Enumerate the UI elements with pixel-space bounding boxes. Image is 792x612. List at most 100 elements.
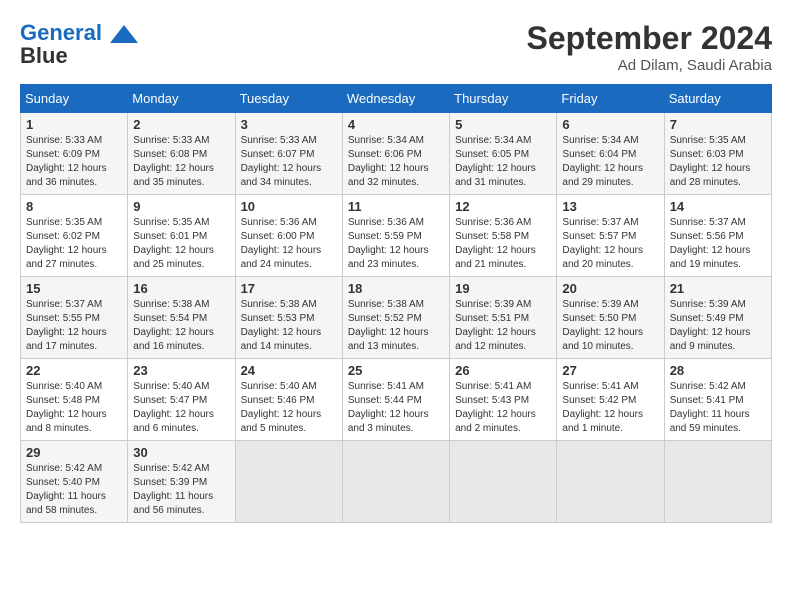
calendar-cell: 6 Sunrise: 5:34 AM Sunset: 6:04 PM Dayli… [557, 113, 664, 195]
day-info: Sunrise: 5:35 AM Sunset: 6:03 PM Dayligh… [670, 134, 766, 190]
weekday-saturday: Saturday [664, 85, 771, 113]
day-info: Sunrise: 5:36 AM Sunset: 5:58 PM Dayligh… [455, 216, 551, 272]
calendar-week-3: 15 Sunrise: 5:37 AM Sunset: 5:55 PM Dayl… [21, 277, 772, 359]
day-info: Sunrise: 5:39 AM Sunset: 5:51 PM Dayligh… [455, 298, 551, 354]
weekday-friday: Friday [557, 85, 664, 113]
calendar-cell [664, 441, 771, 523]
calendar-cell: 16 Sunrise: 5:38 AM Sunset: 5:54 PM Dayl… [128, 277, 235, 359]
day-number: 8 [26, 199, 122, 214]
day-number: 20 [562, 281, 658, 296]
calendar-cell: 2 Sunrise: 5:33 AM Sunset: 6:08 PM Dayli… [128, 113, 235, 195]
day-number: 2 [133, 117, 229, 132]
calendar-cell: 3 Sunrise: 5:33 AM Sunset: 6:07 PM Dayli… [235, 113, 342, 195]
location-title: Ad Dilam, Saudi Arabia [527, 57, 772, 74]
day-number: 5 [455, 117, 551, 132]
day-info: Sunrise: 5:40 AM Sunset: 5:46 PM Dayligh… [241, 380, 337, 436]
day-info: Sunrise: 5:34 AM Sunset: 6:04 PM Dayligh… [562, 134, 658, 190]
month-title: September 2024 [527, 20, 772, 57]
day-info: Sunrise: 5:42 AM Sunset: 5:40 PM Dayligh… [26, 462, 122, 518]
day-number: 29 [26, 445, 122, 460]
calendar-cell: 30 Sunrise: 5:42 AM Sunset: 5:39 PM Dayl… [128, 441, 235, 523]
day-number: 22 [26, 363, 122, 378]
calendar-body: 1 Sunrise: 5:33 AM Sunset: 6:09 PM Dayli… [21, 113, 772, 523]
day-number: 26 [455, 363, 551, 378]
calendar-week-4: 22 Sunrise: 5:40 AM Sunset: 5:48 PM Dayl… [21, 359, 772, 441]
day-info: Sunrise: 5:37 AM Sunset: 5:57 PM Dayligh… [562, 216, 658, 272]
day-number: 25 [348, 363, 444, 378]
weekday-wednesday: Wednesday [342, 85, 449, 113]
calendar-cell: 20 Sunrise: 5:39 AM Sunset: 5:50 PM Dayl… [557, 277, 664, 359]
day-number: 10 [241, 199, 337, 214]
calendar-cell: 29 Sunrise: 5:42 AM Sunset: 5:40 PM Dayl… [21, 441, 128, 523]
calendar-cell: 14 Sunrise: 5:37 AM Sunset: 5:56 PM Dayl… [664, 195, 771, 277]
calendar-cell: 9 Sunrise: 5:35 AM Sunset: 6:01 PM Dayli… [128, 195, 235, 277]
day-info: Sunrise: 5:41 AM Sunset: 5:42 PM Dayligh… [562, 380, 658, 436]
day-number: 17 [241, 281, 337, 296]
calendar-cell: 10 Sunrise: 5:36 AM Sunset: 6:00 PM Dayl… [235, 195, 342, 277]
day-number: 6 [562, 117, 658, 132]
day-number: 12 [455, 199, 551, 214]
day-info: Sunrise: 5:37 AM Sunset: 5:55 PM Dayligh… [26, 298, 122, 354]
day-number: 11 [348, 199, 444, 214]
calendar-table: SundayMondayTuesdayWednesdayThursdayFrid… [20, 84, 772, 523]
day-number: 24 [241, 363, 337, 378]
weekday-monday: Monday [128, 85, 235, 113]
logo: General Blue [20, 20, 138, 68]
day-info: Sunrise: 5:42 AM Sunset: 5:41 PM Dayligh… [670, 380, 766, 436]
title-area: September 2024 Ad Dilam, Saudi Arabia [527, 20, 772, 74]
day-number: 30 [133, 445, 229, 460]
day-number: 14 [670, 199, 766, 214]
day-info: Sunrise: 5:35 AM Sunset: 6:02 PM Dayligh… [26, 216, 122, 272]
calendar-cell: 15 Sunrise: 5:37 AM Sunset: 5:55 PM Dayl… [21, 277, 128, 359]
calendar-cell: 19 Sunrise: 5:39 AM Sunset: 5:51 PM Dayl… [450, 277, 557, 359]
day-number: 13 [562, 199, 658, 214]
calendar-week-2: 8 Sunrise: 5:35 AM Sunset: 6:02 PM Dayli… [21, 195, 772, 277]
calendar-cell: 23 Sunrise: 5:40 AM Sunset: 5:47 PM Dayl… [128, 359, 235, 441]
day-number: 1 [26, 117, 122, 132]
calendar-cell: 27 Sunrise: 5:41 AM Sunset: 5:42 PM Dayl… [557, 359, 664, 441]
logo-blue: Blue [20, 43, 68, 68]
day-info: Sunrise: 5:33 AM Sunset: 6:08 PM Dayligh… [133, 134, 229, 190]
calendar-cell: 25 Sunrise: 5:41 AM Sunset: 5:44 PM Dayl… [342, 359, 449, 441]
day-info: Sunrise: 5:38 AM Sunset: 5:52 PM Dayligh… [348, 298, 444, 354]
day-info: Sunrise: 5:33 AM Sunset: 6:09 PM Dayligh… [26, 134, 122, 190]
day-info: Sunrise: 5:33 AM Sunset: 6:07 PM Dayligh… [241, 134, 337, 190]
calendar-cell: 24 Sunrise: 5:40 AM Sunset: 5:46 PM Dayl… [235, 359, 342, 441]
calendar-cell: 28 Sunrise: 5:42 AM Sunset: 5:41 PM Dayl… [664, 359, 771, 441]
calendar-cell: 22 Sunrise: 5:40 AM Sunset: 5:48 PM Dayl… [21, 359, 128, 441]
calendar-cell: 7 Sunrise: 5:35 AM Sunset: 6:03 PM Dayli… [664, 113, 771, 195]
day-number: 15 [26, 281, 122, 296]
day-number: 16 [133, 281, 229, 296]
calendar-cell: 4 Sunrise: 5:34 AM Sunset: 6:06 PM Dayli… [342, 113, 449, 195]
day-number: 28 [670, 363, 766, 378]
calendar-cell: 5 Sunrise: 5:34 AM Sunset: 6:05 PM Dayli… [450, 113, 557, 195]
day-number: 23 [133, 363, 229, 378]
calendar-cell: 26 Sunrise: 5:41 AM Sunset: 5:43 PM Dayl… [450, 359, 557, 441]
day-number: 19 [455, 281, 551, 296]
day-number: 3 [241, 117, 337, 132]
calendar-cell: 18 Sunrise: 5:38 AM Sunset: 5:52 PM Dayl… [342, 277, 449, 359]
page-header: General Blue September 2024 Ad Dilam, Sa… [20, 20, 772, 74]
weekday-thursday: Thursday [450, 85, 557, 113]
day-info: Sunrise: 5:35 AM Sunset: 6:01 PM Dayligh… [133, 216, 229, 272]
day-info: Sunrise: 5:40 AM Sunset: 5:48 PM Dayligh… [26, 380, 122, 436]
day-info: Sunrise: 5:41 AM Sunset: 5:44 PM Dayligh… [348, 380, 444, 436]
day-number: 9 [133, 199, 229, 214]
calendar-cell: 12 Sunrise: 5:36 AM Sunset: 5:58 PM Dayl… [450, 195, 557, 277]
calendar-cell: 17 Sunrise: 5:38 AM Sunset: 5:53 PM Dayl… [235, 277, 342, 359]
day-info: Sunrise: 5:40 AM Sunset: 5:47 PM Dayligh… [133, 380, 229, 436]
weekday-header-row: SundayMondayTuesdayWednesdayThursdayFrid… [21, 85, 772, 113]
day-number: 7 [670, 117, 766, 132]
day-info: Sunrise: 5:41 AM Sunset: 5:43 PM Dayligh… [455, 380, 551, 436]
logo-general: General [20, 20, 102, 45]
day-number: 18 [348, 281, 444, 296]
day-info: Sunrise: 5:34 AM Sunset: 6:05 PM Dayligh… [455, 134, 551, 190]
calendar-cell: 21 Sunrise: 5:39 AM Sunset: 5:49 PM Dayl… [664, 277, 771, 359]
calendar-cell: 13 Sunrise: 5:37 AM Sunset: 5:57 PM Dayl… [557, 195, 664, 277]
calendar-cell [342, 441, 449, 523]
weekday-tuesday: Tuesday [235, 85, 342, 113]
calendar-week-5: 29 Sunrise: 5:42 AM Sunset: 5:40 PM Dayl… [21, 441, 772, 523]
day-number: 21 [670, 281, 766, 296]
calendar-cell: 1 Sunrise: 5:33 AM Sunset: 6:09 PM Dayli… [21, 113, 128, 195]
day-info: Sunrise: 5:34 AM Sunset: 6:06 PM Dayligh… [348, 134, 444, 190]
